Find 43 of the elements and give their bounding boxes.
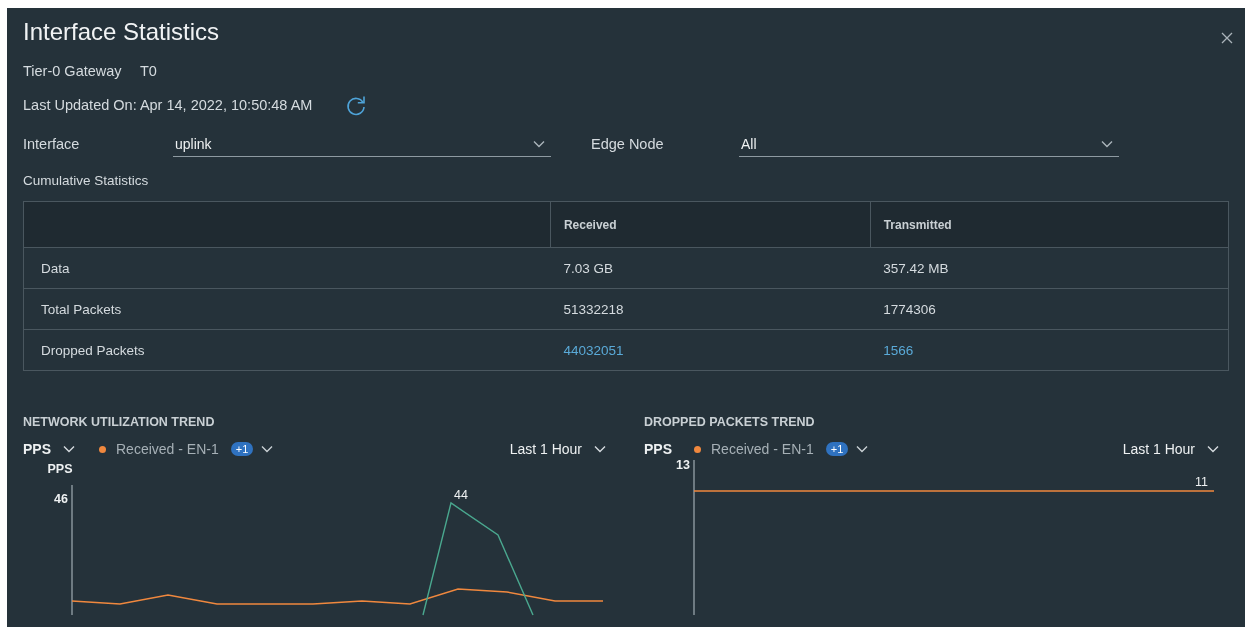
table-cell: 7.03 GB (550, 247, 871, 289)
axis-label: 46 (54, 492, 68, 506)
select-label: Interface (23, 136, 81, 152)
count-badge: +1 (230, 442, 254, 456)
data-label: 11 (1195, 475, 1208, 489)
table-cell: 357.42 MB (870, 247, 1229, 289)
chevron-down-icon (63, 445, 75, 453)
table-link[interactable]: 1566 (870, 329, 1229, 371)
dropdown-select[interactable]: All (739, 131, 1119, 157)
section-title: Cumulative Statistics (23, 173, 150, 190)
chevron-down-icon (856, 445, 869, 453)
chevron-down-icon (594, 445, 606, 453)
close-button[interactable] (1219, 30, 1235, 46)
row-label: Dropped Packets (23, 329, 551, 371)
chevron-down-icon (533, 139, 545, 148)
chevron-down-icon (261, 445, 274, 453)
count-badge: +1 (825, 442, 849, 456)
time-range-dropdown[interactable]: Last 1 Hour (509, 441, 606, 457)
axis-label: 13 (676, 458, 690, 472)
metric-dropdown[interactable]: PPS (644, 441, 694, 457)
chart-title: NETWORK UTILIZATION TREND (23, 415, 216, 431)
chevron-down-icon (1101, 139, 1113, 148)
row-label: Total Packets (23, 288, 551, 330)
data-label: 44 (454, 488, 468, 502)
time-range-dropdown[interactable]: Last 1 Hour (1122, 441, 1219, 457)
legend-label: Received - EN-1 (711, 441, 814, 457)
axis-title: PPS (47, 462, 73, 476)
chevron-down-icon (1207, 445, 1219, 453)
select-label: Edge Node (591, 136, 665, 152)
field-label: Tier-0 Gateway (23, 63, 123, 79)
field-value: T0 (140, 63, 157, 79)
table-cell: 51332218 (550, 288, 871, 330)
metric-dropdown[interactable]: PPS (23, 441, 99, 457)
column-header: Transmitted (870, 201, 1229, 248)
dialog-title: Interface Statistics (23, 17, 220, 46)
last-updated-text: Last Updated On: Apr 14, 2022, 10:50:48 AM (23, 97, 313, 113)
dropdown-select[interactable]: uplink (173, 131, 551, 157)
table-link[interactable]: 44032051 (550, 329, 871, 371)
legend-label: Received - EN-1 (116, 441, 219, 457)
chart-title: DROPPED PACKETS TREND (644, 415, 816, 431)
column-header: Received (550, 201, 871, 248)
table-cell: 1774306 (870, 288, 1229, 330)
row-label: Data (23, 247, 551, 289)
